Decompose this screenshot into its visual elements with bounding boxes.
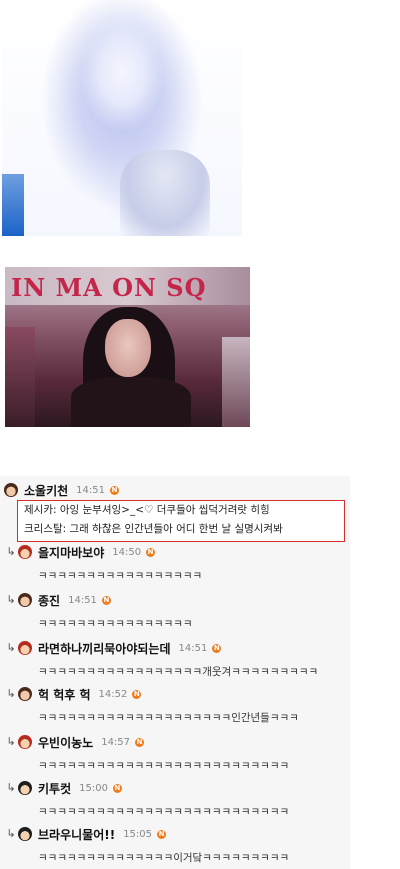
reply-comment: ↳ 브라우니물어!! 15:05 N ㅋㅋㅋㅋㅋㅋㅋㅋㅋㅋㅋㅋㅋㅋ이거닼ㅋㅋㅋㅋ… — [0, 824, 350, 865]
comment-nickname[interactable]: 헉 헉후 헉 — [38, 686, 91, 703]
reply-arrow-icon: ↳ — [6, 545, 16, 558]
reply-arrow-icon: ↳ — [6, 781, 16, 794]
comment-text: ㅋㅋㅋㅋㅋㅋㅋㅋㅋㅋㅋㅋㅋㅋㅋㅋ — [38, 618, 193, 630]
user-avatar-icon[interactable] — [4, 483, 18, 497]
reply-comment: ↳ 우빈이농노 14:57 N ㅋㅋㅋㅋㅋㅋㅋㅋㅋㅋㅋㅋㅋㅋㅋㅋㅋㅋㅋㅋㅋㅋㅋㅋ… — [0, 732, 350, 773]
comment-time: 14:51 — [68, 594, 97, 606]
comment-text: ㅋㅋㅋㅋㅋㅋㅋㅋㅋㅋㅋㅋㅋㅋㅋㅋㅋㅋㅋㅋ인간년들ㅋㅋㅋ — [38, 712, 299, 724]
new-badge-icon: N — [135, 737, 145, 747]
reply-arrow-icon: ↳ — [6, 687, 16, 700]
new-badge-icon: N — [112, 783, 122, 793]
portrait-body — [71, 377, 191, 427]
user-avatar-icon[interactable] — [18, 735, 32, 749]
comment-line-2: 크리스탈: 그래 하찮은 인간년들아 어디 한번 날 실명시켜봐 — [24, 523, 283, 535]
user-avatar-icon[interactable] — [18, 545, 32, 559]
comment-time: 14:50 — [112, 546, 142, 558]
new-badge-icon: N — [157, 829, 167, 839]
photo-bright-portrait — [2, 0, 242, 236]
reply-arrow-icon: ↳ — [6, 827, 16, 840]
comment-nickname[interactable]: 을지마바보야 — [38, 544, 104, 561]
comment-text: ㅋㅋㅋㅋㅋㅋㅋㅋㅋㅋㅋㅋㅋㅋㅋㅋㅋ개웃겨ㅋㅋㅋㅋㅋㅋㅋㅋㅋ — [38, 666, 319, 678]
comment-time: 14:52 — [98, 688, 128, 700]
highlighted-comment-box: 제시카: 아잉 눈부셔잉>_<♡ 더쿠들아 씹덕거려랏 히힝 크리스탈: 그래 … — [17, 500, 345, 542]
user-avatar-icon[interactable] — [18, 827, 32, 841]
comment-line-1: 제시카: 아잉 눈부셔잉>_<♡ 더쿠들아 씹덕거려랏 히힝 — [24, 504, 270, 516]
new-badge-icon: N — [146, 547, 156, 557]
background-sign: IN MA ON SQ — [5, 267, 250, 305]
user-avatar-icon[interactable] — [18, 593, 32, 607]
reply-comment: ↳ 헉 헉후 헉 14:52 N ㅋㅋㅋㅋㅋㅋㅋㅋㅋㅋㅋㅋㅋㅋㅋㅋㅋㅋㅋㅋ인간년… — [0, 684, 350, 725]
portrait-face — [105, 319, 151, 377]
comment-text: ㅋㅋㅋㅋㅋㅋㅋㅋㅋㅋㅋㅋㅋㅋ이거닼ㅋㅋㅋㅋㅋㅋㅋㅋㅋ — [38, 852, 290, 864]
comment-time: 15:05 — [123, 828, 153, 840]
user-avatar-icon[interactable] — [18, 781, 32, 795]
reply-arrow-icon: ↳ — [6, 735, 16, 748]
comment-time: 14:51 — [76, 484, 105, 496]
comment-thread: 소울키천 14:51 N 제시카: 아잉 눈부셔잉>_<♡ 더쿠들아 씹덕거려랏… — [0, 476, 350, 869]
comment-nickname[interactable]: 종진 — [38, 592, 60, 609]
sign-text: IN MA ON SQ — [11, 273, 207, 302]
new-badge-icon: N — [110, 485, 119, 495]
comment-nickname[interactable]: 키투컷 — [38, 780, 71, 797]
user-avatar-icon[interactable] — [18, 687, 32, 701]
comment-time: 14:57 — [101, 736, 131, 748]
reply-arrow-icon: ↳ — [6, 593, 16, 606]
background-person-right — [222, 337, 250, 427]
background-person-left — [5, 327, 35, 427]
reply-arrow-icon: ↳ — [6, 641, 16, 654]
comment-text: ㅋㅋㅋㅋㅋㅋㅋㅋㅋㅋㅋㅋㅋㅋㅋㅋㅋㅋㅋㅋㅋㅋㅋㅋㅋㅋ — [38, 760, 290, 772]
reply-comment: ↳ 종진 14:51 N ㅋㅋㅋㅋㅋㅋㅋㅋㅋㅋㅋㅋㅋㅋㅋㅋ — [0, 590, 350, 631]
lace-collar — [120, 150, 210, 236]
reply-comment: ↳ 을지마바보야 14:50 N ㅋㅋㅋㅋㅋㅋㅋㅋㅋㅋㅋㅋㅋㅋㅋㅋㅋ — [0, 542, 350, 583]
reply-comment: ↳ 키투컷 15:00 N ㅋㅋㅋㅋㅋㅋㅋㅋㅋㅋㅋㅋㅋㅋㅋㅋㅋㅋㅋㅋㅋㅋㅋㅋㅋㅋ — [0, 778, 350, 819]
comment-nickname[interactable]: 브라우니물어!! — [38, 826, 115, 843]
user-avatar-icon[interactable] — [18, 641, 32, 655]
new-badge-icon: N — [132, 689, 142, 699]
new-badge-icon: N — [212, 643, 222, 653]
comment-text: ㅋㅋㅋㅋㅋㅋㅋㅋㅋㅋㅋㅋㅋㅋㅋㅋㅋ — [38, 570, 203, 582]
comment-nickname[interactable]: 우빈이농노 — [38, 734, 93, 751]
comment-text: ㅋㅋㅋㅋㅋㅋㅋㅋㅋㅋㅋㅋㅋㅋㅋㅋㅋㅋㅋㅋㅋㅋㅋㅋㅋㅋ — [38, 806, 290, 818]
comment-time: 15:00 — [79, 782, 108, 794]
comment-nickname[interactable]: 라면하나끼리묵아야되는데 — [38, 640, 170, 657]
main-comment: 소울키천 14:51 N 제시카: 아잉 눈부셔잉>_<♡ 더쿠들아 씹덕거려랏… — [0, 480, 350, 542]
photo-dark-portrait: IN MA ON SQ — [5, 267, 250, 427]
blue-background-corner — [2, 174, 24, 236]
comment-nickname[interactable]: 소울키천 — [24, 482, 68, 499]
reply-comment: ↳ 라면하나끼리묵아야되는데 14:51 N ㅋㅋㅋㅋㅋㅋㅋㅋㅋㅋㅋㅋㅋㅋㅋㅋㅋ… — [0, 638, 350, 679]
comment-time: 14:51 — [178, 642, 208, 654]
new-badge-icon: N — [101, 595, 111, 605]
